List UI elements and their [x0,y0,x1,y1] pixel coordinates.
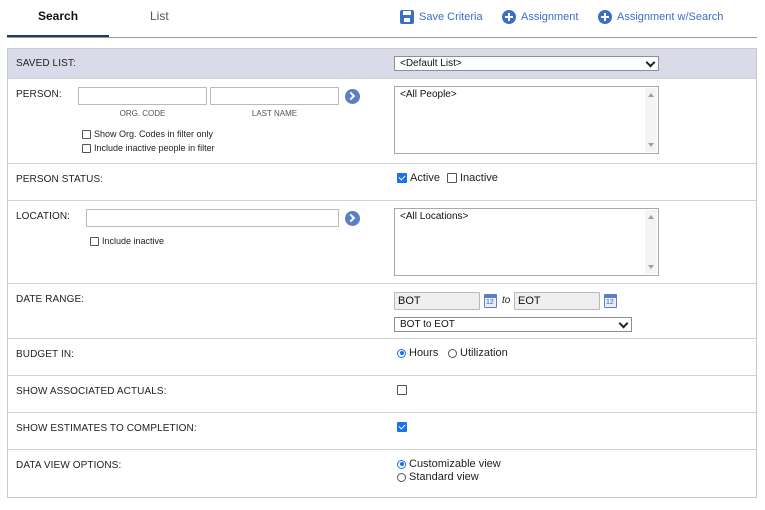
include-inactive-people-checkbox[interactable]: Include inactive people in filter [82,143,215,153]
chevron-down-icon [619,320,627,328]
person-label: PERSON: [16,89,62,100]
top-bar: Search List Save Criteria Assignment Ass… [0,0,765,38]
scrollbar[interactable] [645,88,657,152]
add-assignment-search-label: Assignment w/Search [617,11,724,23]
radio-selected-icon [397,348,406,358]
plus-circle-icon [502,10,516,24]
org-code-caption: ORG. CODE [119,109,166,118]
person-status-label: PERSON STATUS: [16,174,104,185]
show-actuals-label: SHOW ASSOCIATED ACTUALS: [16,386,167,397]
location-row: LOCATION: Include inactive <All Location… [8,201,756,284]
radio-icon [448,348,457,358]
tab-list[interactable]: List [150,9,169,29]
save-icon [400,10,414,24]
search-criteria-form: SAVED LIST: <Default List> PERSON: ORG. … [7,48,757,498]
location-list-item[interactable]: <All Locations> [400,211,468,222]
location-input[interactable] [86,209,339,227]
show-estimates-label: SHOW ESTIMATES TO COMPLETION: [16,423,197,434]
person-list-item[interactable]: <All People> [400,89,457,100]
show-org-codes-checkbox[interactable]: Show Org. Codes in filter only [82,129,213,139]
standard-view-radio[interactable]: Standard view [397,471,479,483]
scroll-down-icon[interactable] [648,265,654,269]
add-assignment-label: Assignment [521,11,579,23]
show-estimates-row: SHOW ESTIMATES TO COMPLETION: [8,413,756,450]
radio-icon [397,472,406,482]
last-name-caption: LAST NAME [251,109,298,118]
checkbox-checked-icon [397,173,407,183]
chevron-down-icon [646,59,654,67]
budget-utilization-radio[interactable]: Utilization [448,347,508,359]
checkbox-icon [397,385,407,395]
saved-list-label: SAVED LIST: [16,58,76,69]
top-divider [7,37,757,38]
checkbox-icon [90,236,99,246]
save-criteria-label: Save Criteria [419,11,483,23]
scrollbar[interactable] [645,210,657,274]
saved-list-row: SAVED LIST: <Default List> [8,49,756,79]
customizable-view-radio[interactable]: Customizable view [397,458,501,470]
budget-hours-radio[interactable]: Hours [397,347,438,359]
show-actuals-row: SHOW ASSOCIATED ACTUALS: [8,376,756,413]
show-actuals-checkbox[interactable] [397,385,410,395]
date-range-to-label: to [502,295,511,306]
status-inactive-checkbox[interactable]: Inactive [447,172,498,184]
org-code-input[interactable] [78,87,207,105]
saved-list-value: <Default List> [400,58,462,69]
date-range-label: DATE RANGE: [16,294,85,305]
scroll-up-icon[interactable] [648,93,654,97]
calendar-icon[interactable]: 12 [604,294,617,308]
scroll-down-icon[interactable] [648,143,654,147]
checkbox-checked-icon [397,422,407,432]
checkbox-icon [82,129,91,139]
data-view-row: DATA VIEW OPTIONS: Customizable view Sta… [8,450,756,498]
date-preset-select[interactable]: BOT to EOT [394,317,632,332]
save-criteria-button[interactable]: Save Criteria [400,9,483,25]
radio-selected-icon [397,459,406,469]
show-estimates-checkbox[interactable] [397,422,410,432]
date-preset-value: BOT to EOT [400,319,455,330]
budget-in-label: BUDGET IN: [16,349,75,360]
checkbox-icon [447,173,457,183]
date-to-input[interactable]: EOT [514,292,600,310]
data-view-label: DATA VIEW OPTIONS: [16,460,122,471]
include-inactive-location-checkbox[interactable]: Include inactive [90,236,164,246]
location-listbox[interactable]: <All Locations> [394,208,659,276]
scroll-up-icon[interactable] [648,215,654,219]
location-go-button[interactable] [345,211,360,226]
checkbox-icon [82,143,91,153]
last-name-input[interactable] [210,87,339,105]
add-assignment-button[interactable]: Assignment [502,9,578,25]
person-row: PERSON: ORG. CODE LAST NAME Show Org. Co… [8,79,756,164]
person-status-row: PERSON STATUS: Active Inactive [8,164,756,201]
tab-search[interactable]: Search [38,9,78,29]
location-label: LOCATION: [16,211,71,222]
budget-in-row: BUDGET IN: Hours Utilization [8,339,756,376]
saved-list-select[interactable]: <Default List> [394,56,659,71]
person-go-button[interactable] [345,89,360,104]
date-range-row: DATE RANGE: BOT 12 to EOT 12 BOT to EOT [8,284,756,339]
date-from-input[interactable]: BOT [394,292,480,310]
status-active-checkbox[interactable]: Active [397,172,440,184]
add-assignment-search-button[interactable]: Assignment w/Search [598,9,723,25]
person-listbox[interactable]: <All People> [394,86,659,154]
plus-circle-icon [598,10,612,24]
calendar-icon[interactable]: 12 [484,294,497,308]
